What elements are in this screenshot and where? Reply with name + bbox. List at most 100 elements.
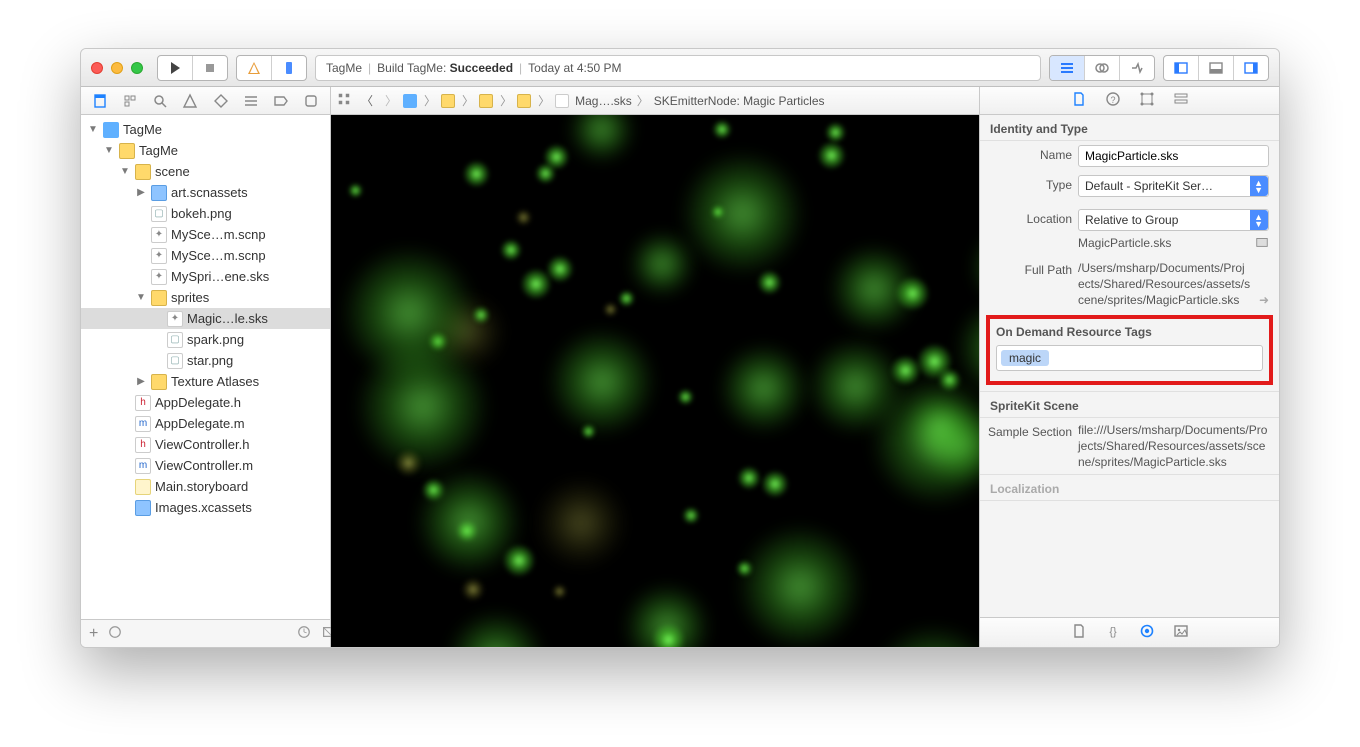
related-items-icon[interactable] bbox=[337, 92, 351, 109]
project-navigator-tab[interactable] bbox=[89, 93, 111, 109]
tree-item-label: MySce…m.scnp bbox=[171, 227, 266, 242]
particle-canvas[interactable] bbox=[331, 115, 979, 647]
crumb-folder2-icon bbox=[479, 94, 493, 108]
tree-item-label: ViewController.m bbox=[155, 458, 253, 473]
filter-input[interactable] bbox=[132, 627, 287, 641]
tree-row[interactable]: ▼TagMe bbox=[81, 119, 330, 140]
tree-row[interactable]: Main.storyboard bbox=[81, 476, 330, 497]
search-navigator-tab[interactable] bbox=[149, 93, 171, 109]
attributes-inspector-tab[interactable] bbox=[1173, 91, 1189, 110]
debug-navigator-tab[interactable] bbox=[240, 93, 262, 109]
tree-row[interactable]: hAppDelegate.h bbox=[81, 392, 330, 413]
file-inspector-tab[interactable] bbox=[1071, 91, 1087, 110]
tree-row[interactable]: ▼sprites bbox=[81, 287, 330, 308]
tree-row[interactable]: ▢star.png bbox=[81, 350, 330, 371]
library-tabstrip: {} bbox=[980, 617, 1279, 647]
particle bbox=[761, 470, 789, 498]
object-library-tab[interactable] bbox=[1139, 623, 1155, 642]
tree-row[interactable]: m ViewController.m bbox=[81, 455, 330, 476]
scheme-selector[interactable] bbox=[236, 55, 307, 81]
scheme-app-icon bbox=[237, 56, 272, 80]
crumb-node-label[interactable]: SKEmitterNode: Magic Particles bbox=[654, 94, 825, 108]
choose-location-icon[interactable] bbox=[1255, 235, 1269, 252]
tree-row[interactable]: ▶art.scnassets bbox=[81, 182, 330, 203]
disclosure-triangle[interactable]: ▼ bbox=[103, 145, 115, 156]
code-snippet-library-tab[interactable]: {} bbox=[1105, 623, 1121, 642]
tree-row[interactable]: mAppDelegate.m bbox=[81, 413, 330, 434]
crumb-file-label[interactable]: Mag….sks bbox=[575, 94, 632, 108]
tree-row[interactable]: hViewController.h bbox=[81, 434, 330, 455]
tree-row[interactable]: ✦MySce…m.scnp bbox=[81, 245, 330, 266]
standard-editor-button[interactable] bbox=[1050, 56, 1085, 80]
tree-item-label: Main.storyboard bbox=[155, 479, 248, 494]
project-tree[interactable]: ▼TagMe▼TagMe▼scene▶art.scnassets▢bokeh.p… bbox=[81, 115, 330, 619]
sb-icon bbox=[135, 479, 151, 495]
filter-recent-icon[interactable] bbox=[108, 625, 122, 642]
odr-tag-chip[interactable]: magic bbox=[1001, 350, 1049, 366]
tree-row[interactable]: ✦MySce…m.scnp bbox=[81, 224, 330, 245]
name-field[interactable] bbox=[1078, 145, 1269, 167]
tree-row[interactable]: ▼TagMe bbox=[81, 140, 330, 161]
filter-clock-icon[interactable] bbox=[297, 625, 311, 642]
breakpoint-navigator-tab[interactable] bbox=[270, 93, 292, 109]
back-button[interactable]: 〈 bbox=[355, 92, 379, 109]
particle bbox=[618, 290, 635, 307]
svg-text:?: ? bbox=[1110, 95, 1115, 105]
m-icon: m bbox=[135, 458, 151, 474]
version-editor-button[interactable] bbox=[1120, 56, 1154, 80]
particle bbox=[446, 610, 546, 647]
tree-row[interactable]: ▢bokeh.png bbox=[81, 203, 330, 224]
folder-icon bbox=[119, 143, 135, 159]
reveal-in-finder-icon[interactable]: ➜ bbox=[1259, 293, 1269, 307]
xcode-window: TagMe | Build TagMe: Succeeded | Today a… bbox=[80, 48, 1280, 648]
tree-row[interactable]: ✦MySpri…ene.sks bbox=[81, 266, 330, 287]
disclosure-triangle[interactable]: ▼ bbox=[135, 292, 147, 303]
location-file-label: MagicParticle.sks bbox=[1078, 235, 1249, 251]
disclosure-triangle[interactable]: ▼ bbox=[87, 124, 99, 135]
jump-bar[interactable]: 〈 〉 〉 〉 〉 〉 Mag….sks 〉 SKEmitterNode: Ma… bbox=[331, 87, 979, 115]
scene-icon: ✦ bbox=[151, 269, 167, 285]
tree-row[interactable]: Images.xcassets bbox=[81, 497, 330, 518]
stop-button[interactable] bbox=[193, 56, 227, 80]
particle bbox=[603, 302, 618, 317]
forward-button[interactable]: 〉 bbox=[383, 92, 399, 109]
disclosure-triangle[interactable]: ▶ bbox=[135, 376, 147, 387]
media-library-tab[interactable] bbox=[1173, 623, 1189, 642]
file-template-library-tab[interactable] bbox=[1071, 623, 1087, 642]
particle bbox=[682, 507, 700, 525]
tree-row[interactable]: ✦Magic…le.sks bbox=[81, 308, 330, 329]
tree-row[interactable]: ▶Texture Atlases bbox=[81, 371, 330, 392]
particle bbox=[500, 239, 522, 261]
particle bbox=[829, 244, 919, 334]
scene-icon: ✦ bbox=[167, 311, 183, 327]
zoom-button[interactable] bbox=[131, 62, 143, 74]
toggle-debug-button[interactable] bbox=[1199, 56, 1234, 80]
name-label: Name bbox=[980, 145, 1078, 162]
test-navigator-tab[interactable] bbox=[210, 93, 232, 109]
quick-help-tab[interactable]: ? bbox=[1105, 91, 1121, 110]
issue-navigator-tab[interactable] bbox=[179, 93, 201, 109]
particle bbox=[535, 477, 627, 569]
run-button[interactable] bbox=[158, 56, 193, 80]
minimize-button[interactable] bbox=[111, 62, 123, 74]
node-inspector-tab[interactable] bbox=[1139, 91, 1155, 110]
location-select[interactable]: Relative to Group ▲▼ bbox=[1078, 209, 1269, 231]
type-select[interactable]: Default - SpriteKit Ser… ▲▼ bbox=[1078, 175, 1269, 197]
tree-row[interactable]: ▼scene bbox=[81, 161, 330, 182]
report-navigator-tab[interactable] bbox=[300, 93, 322, 109]
particle bbox=[711, 205, 725, 219]
symbol-navigator-tab[interactable] bbox=[119, 93, 141, 109]
tree-row[interactable]: ▢spark.png bbox=[81, 329, 330, 350]
panel-visibility-group bbox=[1163, 55, 1269, 81]
toggle-inspector-button[interactable] bbox=[1234, 56, 1268, 80]
disclosure-triangle[interactable]: ▶ bbox=[135, 187, 147, 198]
odr-tags-field[interactable]: magic bbox=[996, 345, 1263, 371]
toggle-navigator-button[interactable] bbox=[1164, 56, 1199, 80]
assistant-editor-button[interactable] bbox=[1085, 56, 1120, 80]
disclosure-triangle[interactable]: ▼ bbox=[119, 166, 131, 177]
add-button[interactable]: + bbox=[89, 625, 98, 643]
crumb-proj-icon bbox=[403, 94, 417, 108]
close-button[interactable] bbox=[91, 62, 103, 74]
tree-item-label: ViewController.h bbox=[155, 437, 249, 452]
tree-item-label: star.png bbox=[187, 353, 233, 368]
